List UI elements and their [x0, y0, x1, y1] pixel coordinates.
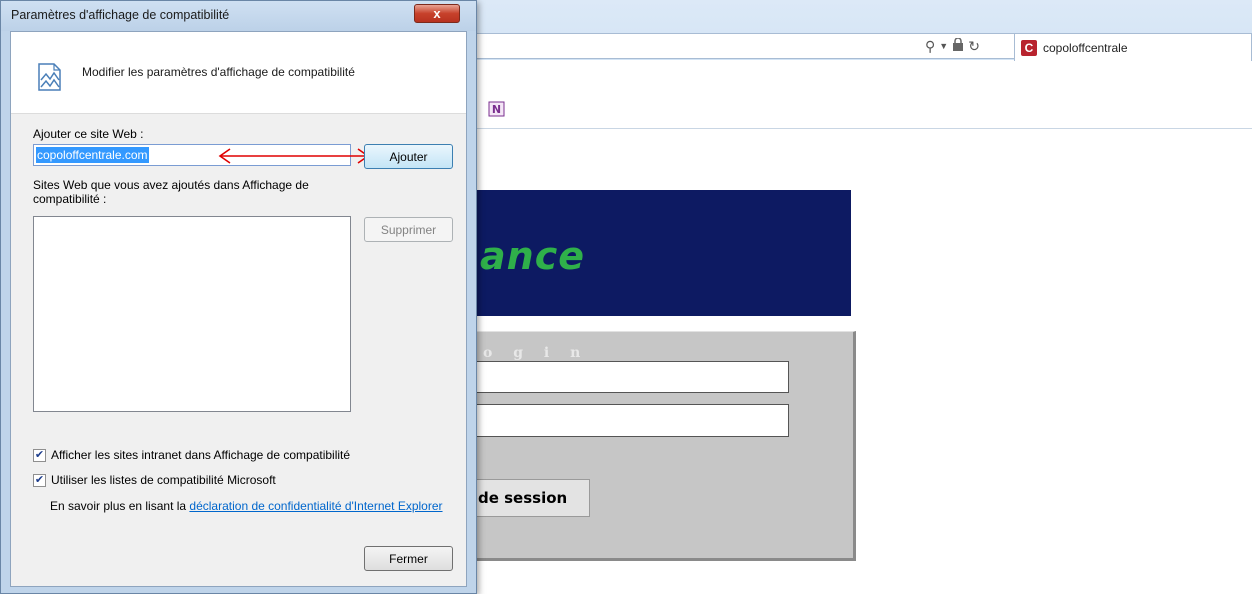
- dialog-title: Paramètres d'affichage de compatibilité: [11, 8, 230, 22]
- dialog-header: Modifier les paramètres d'affichage de c…: [11, 32, 466, 114]
- intranet-checkbox[interactable]: ✔: [33, 448, 46, 462]
- onenote-icon[interactable]: N: [488, 101, 506, 119]
- red-double-arrow: [218, 148, 370, 164]
- remove-button[interactable]: Supprimer: [364, 217, 453, 242]
- address-bar-icons: ⚲ ▼ ↻: [925, 36, 980, 56]
- close-button[interactable]: Fermer: [364, 546, 453, 571]
- add-button[interactable]: Ajouter: [364, 144, 453, 169]
- refresh-icon[interactable]: ↻: [968, 38, 980, 55]
- banner-text: ance: [480, 234, 585, 278]
- privacy-note: En savoir plus en lisant la déclaration …: [50, 499, 450, 513]
- toolbar-divider: [470, 128, 1252, 129]
- site-favicon-icon: C: [1021, 39, 1037, 56]
- privacy-statement-link[interactable]: déclaration de confidentialité d'Interne…: [189, 499, 442, 513]
- microsoft-lists-checkbox[interactable]: ✔: [33, 473, 46, 487]
- svg-text:N: N: [492, 103, 501, 116]
- dialog-titlebar[interactable]: Paramètres d'affichage de compatibilité …: [1, 1, 476, 31]
- microsoft-lists-checkbox-label: Utiliser les listes de compatibilité Mic…: [51, 473, 276, 487]
- intranet-checkbox-row[interactable]: ✔ Afficher les sites intranet dans Affic…: [33, 448, 350, 462]
- dialog-heading: Modifier les paramètres d'affichage de c…: [82, 65, 355, 79]
- added-sites-label: Sites Web que vous avez ajoutés dans Aff…: [33, 178, 309, 206]
- added-sites-list[interactable]: [33, 216, 351, 412]
- dialog-body: Modifier les paramètres d'affichage de c…: [10, 31, 467, 587]
- microsoft-lists-checkbox-row[interactable]: ✔ Utiliser les listes de compatibilité M…: [33, 473, 276, 487]
- selected-site-text: copoloffcentrale.com: [36, 147, 149, 163]
- compatibility-view-dialog: Paramètres d'affichage de compatibilité …: [0, 0, 477, 594]
- search-icon[interactable]: ⚲: [925, 38, 935, 55]
- compatibility-view-icon: [37, 62, 63, 92]
- tab-title: copoloffcentrale: [1043, 40, 1128, 55]
- login-label: o g i n: [483, 345, 589, 361]
- dropdown-arrow-icon[interactable]: ▼: [939, 41, 948, 51]
- username-field[interactable]: [470, 361, 789, 393]
- password-field[interactable]: [470, 404, 789, 437]
- browser-tab[interactable]: C copoloffcentrale: [1014, 33, 1252, 61]
- close-icon[interactable]: x: [414, 4, 460, 23]
- intranet-checkbox-label: Afficher les sites intranet dans Afficha…: [51, 448, 351, 462]
- open-session-button[interactable]: de session: [470, 479, 590, 517]
- add-site-label: Ajouter ce site Web :: [33, 127, 144, 141]
- lock-icon[interactable]: [952, 37, 964, 54]
- privacy-prefix: En savoir plus en lisant la: [50, 499, 190, 513]
